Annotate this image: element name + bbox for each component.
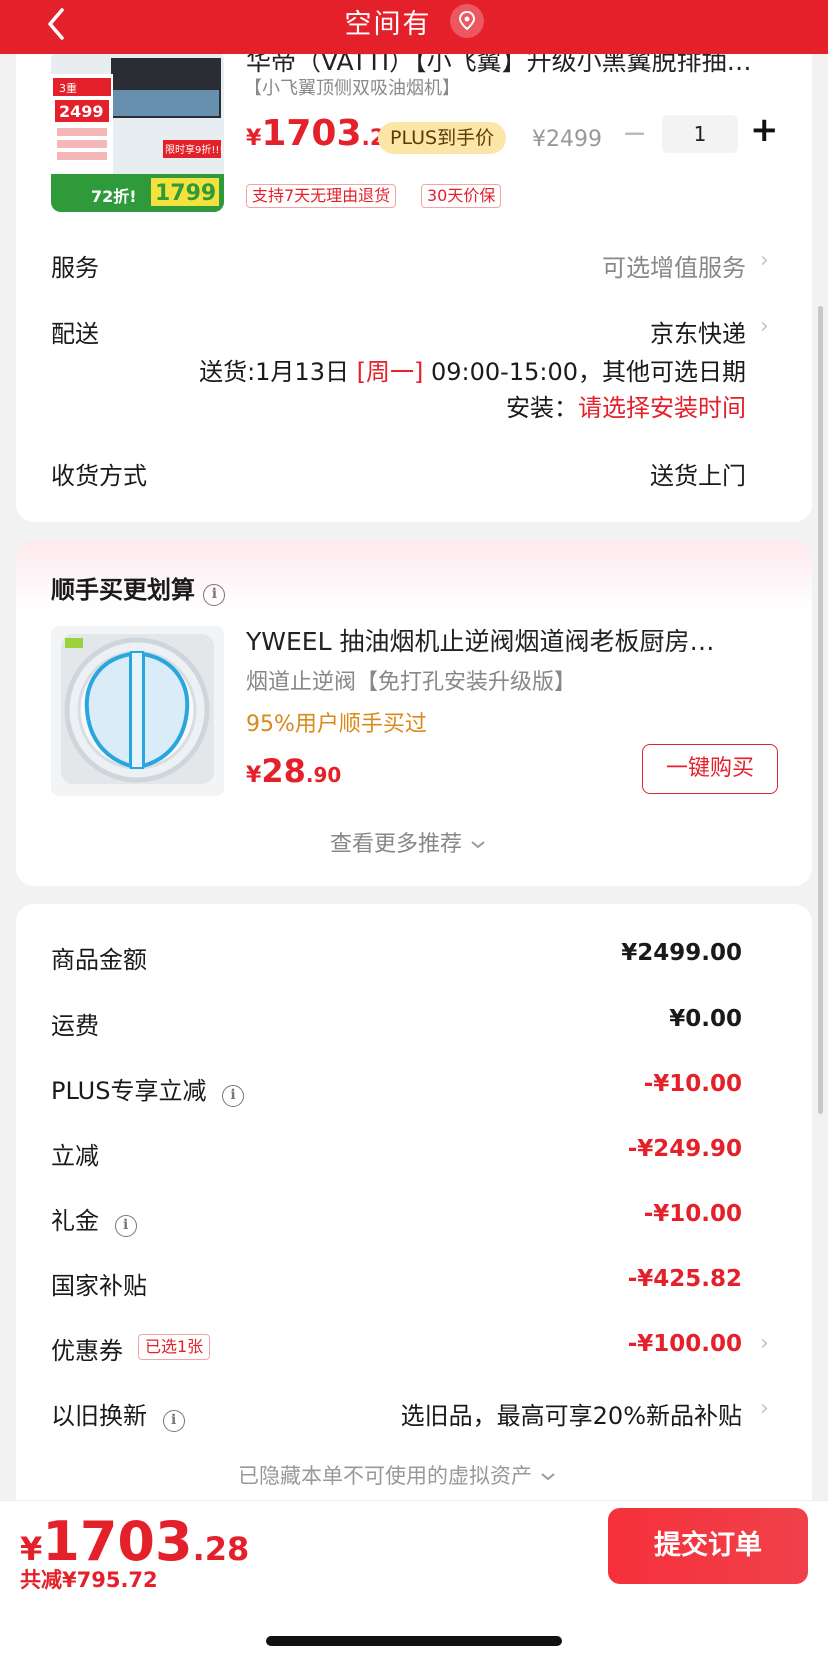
chevron-right-icon[interactable]: ›	[760, 248, 769, 273]
receive-method-value[interactable]: 送货上门	[650, 456, 746, 491]
page-title: 空间有	[344, 8, 432, 40]
summary-row-label: 立减	[51, 1142, 99, 1170]
svg-text:2499: 2499	[59, 102, 104, 121]
chevron-left-icon	[48, 8, 64, 40]
chevron-right-icon[interactable]: ›	[760, 314, 769, 339]
summary-row-label: 商品金额	[51, 946, 147, 974]
total-saved: 共减¥795.72	[20, 1568, 158, 1592]
return-policy-tag: 支持7天无理由退货	[246, 184, 397, 208]
range-hood-image: 3重 2499 限时享9折!!! 72折! 1799	[51, 50, 224, 212]
recommend-product-spec: 烟道止逆阀【免打孔安装升级版】	[246, 670, 577, 695]
summary-row-value: ¥2499.00	[621, 940, 742, 966]
original-price: ¥2499	[532, 127, 602, 152]
recommend-product-title[interactable]: YWEEL 抽油烟机止逆阀烟道阀老板厨房…	[246, 622, 714, 658]
summary-row-label: 以旧换新 i	[51, 1396, 185, 1432]
summary-row-label: PLUS专享立减 i	[51, 1071, 245, 1107]
product-price: ¥1703.28	[246, 113, 401, 154]
svg-text:1799: 1799	[155, 181, 216, 206]
chevron-right-icon[interactable]: ›	[760, 1331, 769, 1356]
coupon-selected-badge: 已选1张	[138, 1334, 211, 1360]
service-value[interactable]: 可选增值服务	[602, 248, 746, 283]
info-icon[interactable]: i	[203, 584, 226, 606]
svg-text:3重: 3重	[59, 81, 77, 95]
recommend-title: 顺手买更划算 i	[51, 570, 226, 606]
summary-row-value: ¥0.00	[669, 1006, 742, 1032]
chevron-down-icon	[541, 1473, 555, 1481]
info-icon[interactable]: i	[222, 1085, 245, 1107]
product-image[interactable]: 3重 2499 限时享9折!!! 72折! 1799	[51, 50, 224, 212]
svg-text:72折!: 72折!	[91, 187, 137, 206]
scrollbar[interactable]	[818, 306, 823, 1114]
price-protect-tag: 30天价保	[421, 184, 502, 208]
quantity-increase-button[interactable]: +	[750, 110, 779, 150]
quantity-decrease-button[interactable]: −	[622, 116, 647, 151]
service-label: 服务	[51, 254, 99, 282]
recommend-product-note: 95%用户顺手买过	[246, 712, 427, 737]
product-spec: 【小飞翼顶侧双吸油烟机】	[244, 78, 460, 99]
info-icon[interactable]: i	[114, 1215, 137, 1237]
quantity-input[interactable]: 1	[662, 115, 738, 153]
summary-row-value: -¥249.90	[627, 1136, 742, 1162]
trade-in-value[interactable]: 选旧品，最高可享20%新品补贴	[401, 1396, 742, 1431]
submit-order-button[interactable]: 提交订单	[608, 1508, 808, 1584]
delivery-method[interactable]: 京东快递	[650, 314, 746, 349]
summary-row-label: 优惠券	[51, 1337, 123, 1365]
more-recommendations-link[interactable]: 查看更多推荐	[330, 826, 487, 858]
install-time[interactable]: 安装：请选择安装时间	[506, 388, 746, 423]
info-icon[interactable]: i	[162, 1410, 185, 1432]
one-click-buy-button[interactable]: 一键购买	[642, 744, 778, 794]
chevron-right-icon[interactable]: ›	[760, 1396, 769, 1421]
back-button[interactable]	[44, 4, 84, 44]
plus-price-tag: PLUS到手价	[378, 122, 507, 154]
recommend-product-price: ¥28.90	[246, 752, 342, 790]
summary-row-value: -¥425.82	[627, 1266, 742, 1292]
check-valve-image	[51, 626, 224, 796]
summary-row-label: 礼金 i	[51, 1201, 137, 1237]
summary-row-value: -¥10.00	[643, 1071, 742, 1097]
summary-row-label: 国家补贴	[51, 1272, 147, 1300]
home-indicator[interactable]	[266, 1636, 562, 1646]
location-pin-icon	[458, 10, 475, 31]
receive-method-label: 收货方式	[51, 462, 147, 490]
chevron-down-icon	[471, 841, 485, 849]
delivery-time[interactable]: 送货:1月13日 [周一] 09:00-15:00，其他可选日期	[199, 352, 746, 387]
recommend-product-image[interactable]	[51, 626, 224, 796]
location-button[interactable]	[449, 4, 484, 38]
coupon-value[interactable]: -¥100.00	[628, 1331, 742, 1357]
summary-row-label: 运费	[51, 1012, 99, 1040]
summary-row-value: -¥10.00	[643, 1201, 742, 1227]
svg-text:限时享9折!!!: 限时享9折!!!	[165, 143, 223, 156]
top-bar: 空间有	[0, 0, 828, 54]
hidden-assets-toggle[interactable]: 已隐藏本单不可使用的虚拟资产	[238, 1460, 557, 1490]
delivery-label: 配送	[51, 320, 99, 348]
